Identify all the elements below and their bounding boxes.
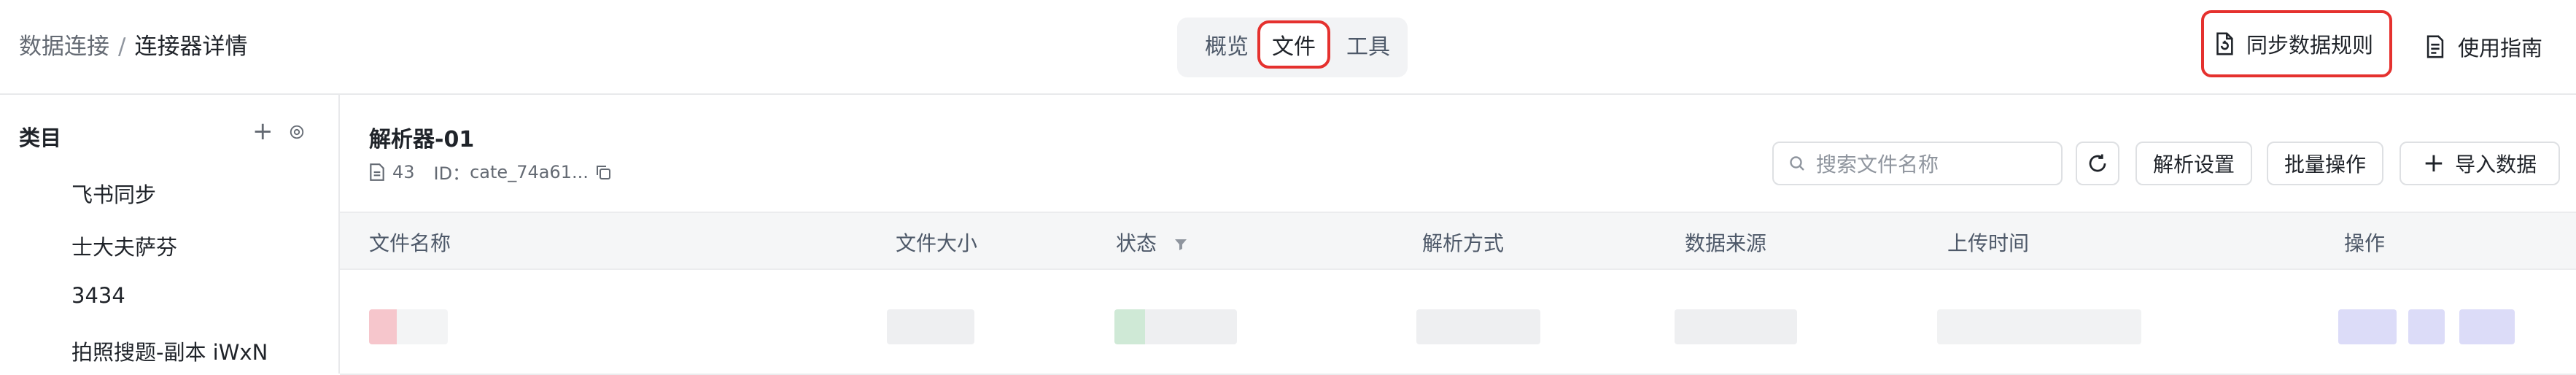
file-sync-icon [2216,32,2233,55]
file-count: 43 [392,161,415,182]
user-guide-button[interactable]: 使用指南 [2423,13,2569,80]
tab-overview[interactable]: 概览 [1198,28,1256,67]
column-header-upload-time: 上传时间 [1947,231,2030,255]
blurred-status [1114,309,1237,344]
sync-data-rules-label: 同步数据规则 [2246,33,2374,58]
plus-icon: + [2422,148,2445,178]
import-data-button[interactable]: + 导入数据 [2400,142,2560,185]
breadcrumb-parent-link[interactable]: 数据连接 [19,34,109,60]
id-label: ID： [433,163,470,184]
breadcrumb-current: 连接器详情 [134,34,248,60]
top-header: 数据连接 / 连接器详情 概览 文件 工具 同步数据规则 使用指南 [0,0,2576,95]
row-action-1[interactable] [2338,309,2397,344]
column-header-parse-method: 解析方式 [1422,231,1505,255]
search-placeholder: 搜索文件名称 [1816,152,1939,177]
column-header-status-label: 状态 [1116,231,1157,255]
import-data-label: 导入数据 [2455,152,2537,177]
refresh-icon [2089,154,2106,172]
table-row[interactable] [340,268,2576,375]
column-header-file-name: 文件名称 [369,231,451,255]
parse-settings-button[interactable]: 解析设置 [2135,142,2252,185]
blurred-file-size [887,309,974,344]
parser-meta: 43 ID： cate_74a61... [369,159,612,185]
view-tabs: 概览 文件 工具 [1177,18,1408,77]
blurred-file-name [369,309,448,344]
tab-tools[interactable]: 工具 [1339,28,1397,67]
id-value: cate_74a61... [470,161,589,182]
file-count-icon [370,163,384,181]
search-icon [1790,156,1804,171]
filter-icon[interactable] [1173,237,1188,252]
main-content: 解析器-01 43 ID： cate_74a61... 搜索文件名称 解析设置 … [340,95,2576,375]
sync-data-rules-button[interactable]: 同步数据规则 [2201,10,2392,77]
search-input[interactable]: 搜索文件名称 [1772,142,2063,185]
blurred-parse-method [1416,309,1540,344]
sidebar-item[interactable]: 拍照搜题-副本 iWxN [71,336,268,366]
tab-file[interactable]: 文件 [1257,20,1330,69]
settings-icon[interactable] [289,124,305,140]
sidebar-item[interactable]: 3434 [71,283,125,308]
table-header: 文件名称 文件大小 状态 解析方式 数据来源 上传时间 操作 [340,212,2576,270]
row-action-2[interactable] [2408,309,2445,344]
blurred-upload-time [1937,309,2141,344]
copy-icon[interactable] [594,163,612,181]
column-header-actions: 操作 [2344,231,2386,255]
sidebar-item[interactable]: 飞书同步 [71,178,156,209]
column-header-data-source: 数据来源 [1685,231,1767,255]
row-action-3[interactable] [2459,309,2515,344]
breadcrumb: 数据连接 / 连接器详情 [19,32,247,61]
column-header-status[interactable]: 状态 [1116,228,1188,257]
blurred-data-source [1675,309,1797,344]
parser-name: 解析器-01 [369,127,475,152]
sidebar-title: 类目 [19,125,62,150]
breadcrumb-separator: / [118,34,126,60]
category-sidebar: 类目 + 飞书同步 士大夫萨芬 3434 拍照搜题-副本 iWxN [0,95,340,374]
user-guide-label: 使用指南 [2458,36,2543,61]
sidebar-item[interactable]: 士大夫萨芬 [71,231,177,261]
column-header-file-size: 文件大小 [896,231,978,255]
document-icon [2426,35,2444,58]
add-category-button[interactable]: + [252,118,273,144]
refresh-button[interactable] [2076,142,2119,185]
batch-operations-button[interactable]: 批量操作 [2267,142,2383,185]
